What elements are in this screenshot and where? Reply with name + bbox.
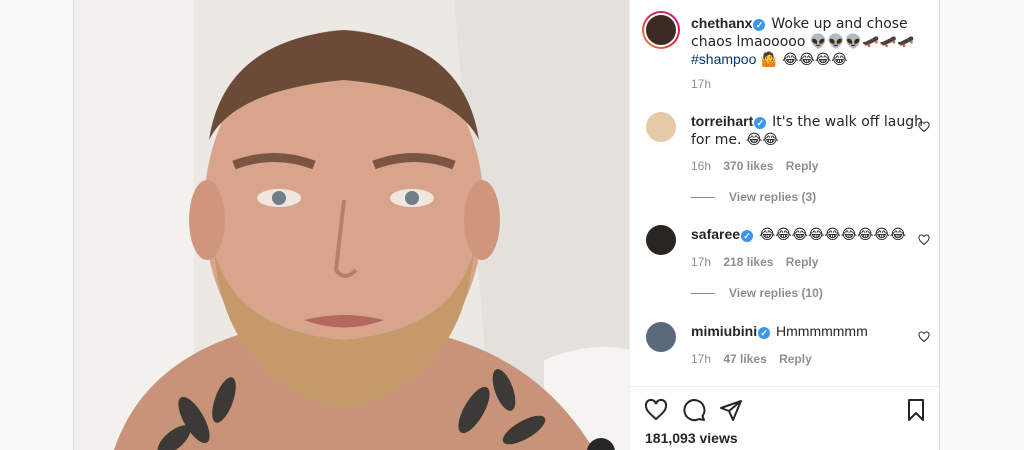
comment-like-heart-icon[interactable] xyxy=(918,331,930,343)
verified-badge-icon: ✓ xyxy=(758,327,771,339)
caption-meta: 17h xyxy=(691,77,720,91)
hashtag-link[interactable]: #shampoo xyxy=(691,51,756,67)
comments-list: chethanx ✓ Woke up and chose chaos lmaooo… xyxy=(630,0,939,386)
replies-divider xyxy=(691,197,715,199)
post-video[interactable] xyxy=(73,0,629,450)
caption-emoji: 🤷 😂😂😂😂 xyxy=(760,52,848,68)
comment-likes[interactable]: 370 likes xyxy=(723,159,773,173)
comment-icon[interactable] xyxy=(682,398,706,422)
replies-divider xyxy=(691,293,715,295)
view-count[interactable]: 181,093 views xyxy=(645,430,738,446)
comment-text: torreihart ✓ It's the walk off laugh for … xyxy=(691,113,931,149)
comment-username[interactable]: safaree xyxy=(691,226,740,242)
reply-button[interactable]: Reply xyxy=(786,255,819,269)
comment-body: Hmmmmmmm xyxy=(776,323,868,339)
share-icon[interactable] xyxy=(719,398,743,422)
comment-username[interactable]: torreihart xyxy=(691,113,753,129)
comment-text: mimiubini ✓ Hmmmmmmm xyxy=(691,323,931,340)
comment-time[interactable]: 17h xyxy=(691,352,711,366)
instagram-post-view: chethanx ✓ Woke up and chose chaos lmaooo… xyxy=(0,0,1024,450)
commenter-avatar[interactable] xyxy=(646,322,676,352)
post-actions-bar: 181,093 views xyxy=(630,386,939,450)
view-replies-label: View replies (10) xyxy=(729,286,823,300)
reply-button[interactable]: Reply xyxy=(779,352,812,366)
verified-badge-icon: ✓ xyxy=(741,230,754,242)
comment-time[interactable]: 16h xyxy=(691,159,711,173)
comment-like-heart-icon[interactable] xyxy=(918,234,930,246)
commenter-avatar[interactable] xyxy=(646,225,676,255)
reply-button[interactable]: Reply xyxy=(786,159,819,173)
comment-likes[interactable]: 218 likes xyxy=(723,255,773,269)
view-replies-button[interactable]: View replies (3) xyxy=(691,190,816,204)
comment-time[interactable]: 17h xyxy=(691,255,711,269)
author-avatar[interactable] xyxy=(642,11,680,49)
caption-time[interactable]: 17h xyxy=(691,77,711,91)
verified-badge-icon: ✓ xyxy=(753,19,766,31)
comment-meta: 17h 218 likes Reply xyxy=(691,255,827,269)
comment-likes[interactable]: 47 likes xyxy=(723,352,766,366)
heart-icon[interactable] xyxy=(644,398,668,422)
view-replies-button[interactable]: View replies (10) xyxy=(691,286,823,300)
comment-meta: 16h 370 likes Reply xyxy=(691,159,827,173)
comment-body: 😂😂😂😂😂😂😂😂😂 xyxy=(758,227,907,243)
video-frame-image xyxy=(74,0,629,450)
comment-meta: 17h 47 likes Reply xyxy=(691,352,821,366)
view-replies-label: View replies (3) xyxy=(729,190,817,204)
bookmark-icon[interactable] xyxy=(904,398,928,422)
comment-like-heart-icon[interactable] xyxy=(918,121,930,133)
caption-text: chethanx ✓ Woke up and chose chaos lmaooo… xyxy=(691,15,931,69)
comment-username[interactable]: mimiubini xyxy=(691,323,757,339)
comment-text: safaree ✓ 😂😂😂😂😂😂😂😂😂 xyxy=(691,226,931,244)
author-username[interactable]: chethanx xyxy=(691,15,752,31)
commenter-avatar[interactable] xyxy=(646,112,676,142)
verified-badge-icon: ✓ xyxy=(754,117,767,129)
comments-panel: chethanx ✓ Woke up and chose chaos lmaooo… xyxy=(629,0,940,450)
